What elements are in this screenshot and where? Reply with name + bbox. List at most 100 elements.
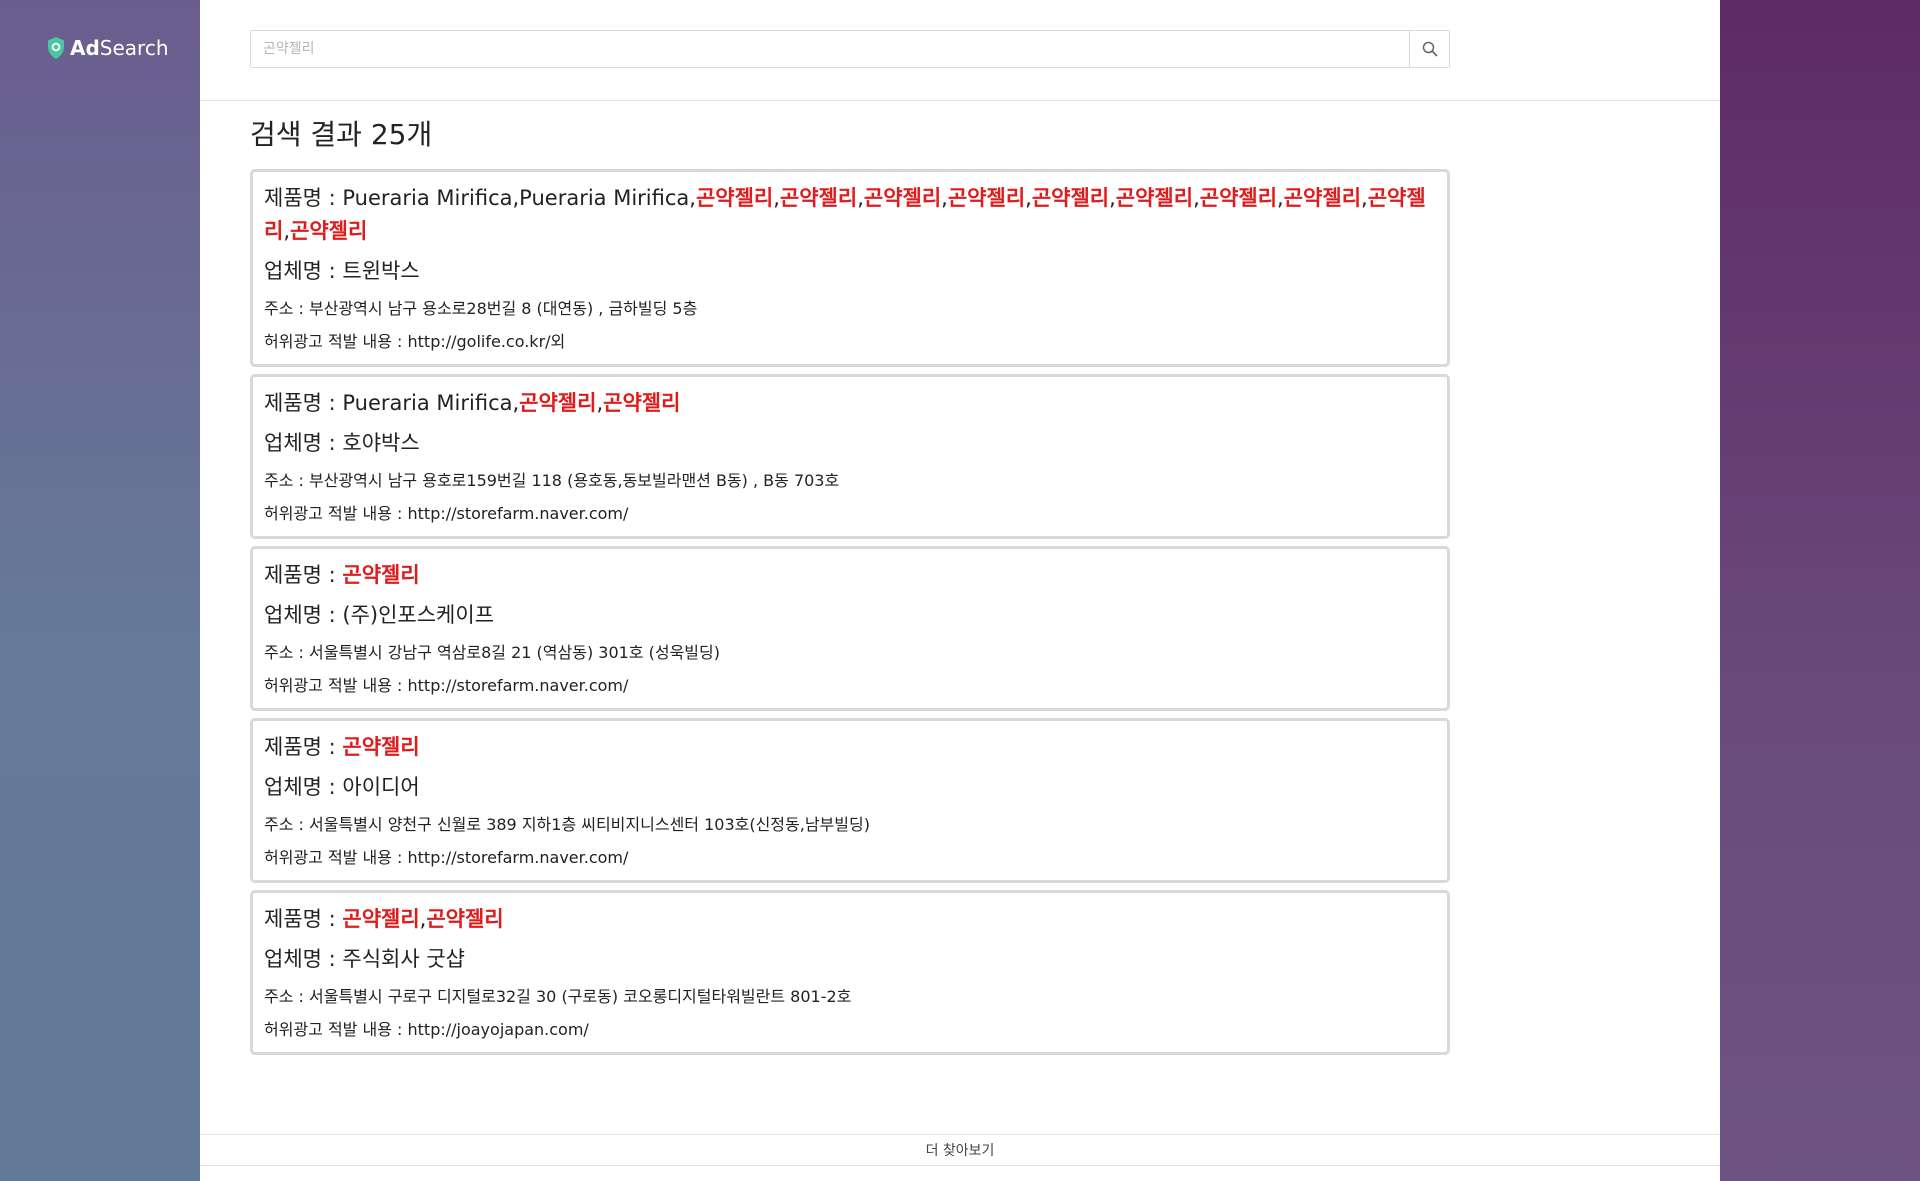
- keyword-highlight: 곤약젤리: [695, 186, 774, 210]
- company-value: 아이디어: [342, 775, 420, 799]
- company-label: 업체명 :: [264, 259, 343, 283]
- results-list: 제품명 : Pueraria Mirifica,Pueraria Mirific…: [250, 169, 1450, 1062]
- violation-detail: 허위광고 적발 내용 : http://joayojapan.com/: [264, 1018, 1436, 1052]
- violation-label: 허위광고 적발 내용 :: [264, 1020, 408, 1039]
- product-text: ,: [1361, 186, 1368, 210]
- violation-value: http://storefarm.naver.com/: [407, 848, 629, 867]
- violation-value: http://storefarm.naver.com/: [407, 504, 629, 523]
- address-label: 주소 :: [264, 987, 310, 1006]
- violation-detail: 허위광고 적발 내용 : http://golife.co.kr/외: [264, 330, 1436, 364]
- load-more-button[interactable]: 더 찾아보기: [200, 1134, 1720, 1166]
- violation-value: http://joayojapan.com/: [407, 1020, 589, 1039]
- result-card: 제품명 : Pueraria Mirifica,곤약젤리,곤약젤리업체명 : 호…: [250, 374, 1450, 539]
- company-value: 트윈박스: [342, 259, 420, 283]
- result-card: 제품명 : 곤약젤리업체명 : (주)인포스케이프주소 : 서울특별시 강남구 …: [250, 546, 1450, 711]
- company-value: (주)인포스케이프: [342, 603, 495, 627]
- address-value: 서울특별시 양천구 신월로 389 지하1층 씨티비지니스센터 103호(신정동…: [309, 815, 870, 834]
- address-label: 주소 :: [264, 643, 310, 662]
- product-text: Pueraria Mirifica,Pueraria Mirifica,: [342, 186, 696, 210]
- violation-value: http://golife.co.kr/외: [407, 332, 566, 351]
- left-background-panel: Ad Search: [0, 0, 200, 1181]
- product-name: 제품명 : Pueraria Mirifica,곤약젤리,곤약젤리: [264, 387, 1436, 420]
- violation-detail: 허위광고 적발 내용 : http://storefarm.naver.com/: [264, 846, 1436, 880]
- product-label: 제품명 :: [264, 735, 343, 759]
- address-label: 주소 :: [264, 815, 310, 834]
- header-divider: [200, 100, 1720, 101]
- company-name: 업체명 : 호야박스: [264, 428, 1436, 459]
- keyword-highlight: 곤약젤리: [426, 907, 504, 931]
- company-name: 업체명 : (주)인포스케이프: [264, 600, 1436, 631]
- company-label: 업체명 :: [264, 947, 343, 971]
- violation-value: http://storefarm.naver.com/: [407, 676, 629, 695]
- keyword-highlight: 곤약젤리: [519, 391, 597, 415]
- address-label: 주소 :: [264, 471, 310, 490]
- violation-detail: 허위광고 적발 내용 : http://storefarm.naver.com/: [264, 502, 1436, 536]
- product-label: 제품명 :: [264, 391, 343, 415]
- search-input[interactable]: [251, 31, 1409, 67]
- product-text: ,: [1193, 186, 1200, 210]
- product-text: ,: [1109, 186, 1116, 210]
- keyword-highlight: 곤약젤리: [863, 186, 942, 210]
- violation-label: 허위광고 적발 내용 :: [264, 848, 408, 867]
- company-name: 업체명 : 아이디어: [264, 772, 1436, 803]
- product-name: 제품명 : Pueraria Mirifica,Pueraria Mirific…: [264, 182, 1436, 248]
- result-count-heading: 검색 결과 25개: [250, 118, 433, 151]
- product-text: ,: [857, 186, 864, 210]
- company-name: 업체명 : 주식회사 굿샵: [264, 944, 1436, 975]
- result-card: 제품명 : 곤약젤리,곤약젤리업체명 : 주식회사 굿샵주소 : 서울특별시 구…: [250, 890, 1450, 1055]
- keyword-highlight: 곤약젤리: [603, 391, 681, 415]
- product-label: 제품명 :: [264, 563, 343, 587]
- keyword-highlight: 곤약젤리: [342, 563, 420, 587]
- product-text: ,: [773, 186, 780, 210]
- address-value: 부산광역시 남구 용소로28번길 8 (대연동) , 금하빌딩 5층: [309, 299, 698, 318]
- brand-name-rest: Search: [99, 36, 169, 60]
- violation-detail: 허위광고 적발 내용 : http://storefarm.naver.com/: [264, 674, 1436, 708]
- keyword-highlight: 곤약젤리: [342, 735, 420, 759]
- company-address: 주소 : 서울특별시 강남구 역삼로8길 21 (역삼동) 301호 (성욱빌딩…: [264, 641, 1436, 665]
- company-label: 업체명 :: [264, 431, 343, 455]
- product-text: ,: [283, 219, 291, 243]
- search-bar: [250, 30, 1450, 68]
- company-name: 업체명 : 트윈박스: [264, 256, 1436, 287]
- address-label: 주소 :: [264, 299, 310, 318]
- keyword-highlight: 곤약젤리: [779, 186, 858, 210]
- company-address: 주소 : 서울특별시 구로구 디지털로32길 30 (구로동) 코오롱디지털타워…: [264, 985, 1436, 1009]
- product-text: ,: [1025, 186, 1032, 210]
- right-background-panel: [1720, 0, 1920, 1181]
- keyword-highlight: 곤약젤리: [1199, 186, 1278, 210]
- search-button[interactable]: [1409, 31, 1449, 67]
- keyword-highlight: 곤약젤리: [290, 219, 368, 243]
- brand-name-bold: Ad: [70, 36, 100, 60]
- violation-label: 허위광고 적발 내용 :: [264, 332, 408, 351]
- product-name: 제품명 : 곤약젤리: [264, 731, 1436, 764]
- keyword-highlight: 곤약젤리: [1115, 186, 1194, 210]
- company-label: 업체명 :: [264, 775, 343, 799]
- product-label: 제품명 :: [264, 186, 343, 210]
- company-value: 호야박스: [342, 431, 420, 455]
- address-value: 서울특별시 구로구 디지털로32길 30 (구로동) 코오롱디지털타워빌란트 8…: [309, 987, 852, 1006]
- keyword-highlight: 곤약젤리: [342, 907, 420, 931]
- violation-label: 허위광고 적발 내용 :: [264, 676, 408, 695]
- product-text: Pueraria Mirifica,: [342, 391, 520, 415]
- keyword-highlight: 곤약젤리: [1283, 186, 1362, 210]
- violation-label: 허위광고 적발 내용 :: [264, 504, 408, 523]
- company-address: 주소 : 부산광역시 남구 용소로28번길 8 (대연동) , 금하빌딩 5층: [264, 297, 1436, 321]
- keyword-highlight: 곤약젤리: [1031, 186, 1110, 210]
- product-label: 제품명 :: [264, 907, 343, 931]
- result-card: 제품명 : 곤약젤리업체명 : 아이디어주소 : 서울특별시 양천구 신월로 3…: [250, 718, 1450, 883]
- address-value: 서울특별시 강남구 역삼로8길 21 (역삼동) 301호 (성욱빌딩): [309, 643, 720, 662]
- product-text: ,: [941, 186, 948, 210]
- product-name: 제품명 : 곤약젤리,곤약젤리: [264, 903, 1436, 936]
- shield-icon: [48, 37, 64, 59]
- keyword-highlight: 곤약젤리: [947, 186, 1026, 210]
- company-label: 업체명 :: [264, 603, 343, 627]
- address-value: 부산광역시 남구 용호로159번길 118 (용호동,동보빌라맨션 B동) , …: [309, 471, 840, 490]
- brand-logo[interactable]: Ad Search: [46, 36, 169, 60]
- product-name: 제품명 : 곤약젤리: [264, 559, 1436, 592]
- company-address: 주소 : 부산광역시 남구 용호로159번길 118 (용호동,동보빌라맨션 B…: [264, 469, 1436, 493]
- search-icon: [1422, 41, 1437, 57]
- company-address: 주소 : 서울특별시 양천구 신월로 389 지하1층 씨티비지니스센터 103…: [264, 813, 1436, 837]
- main-content: 검색 결과 25개 제품명 : Pueraria Mirifica,Puerar…: [200, 0, 1720, 1181]
- result-card: 제품명 : Pueraria Mirifica,Pueraria Mirific…: [250, 169, 1450, 367]
- company-value: 주식회사 굿샵: [342, 947, 465, 971]
